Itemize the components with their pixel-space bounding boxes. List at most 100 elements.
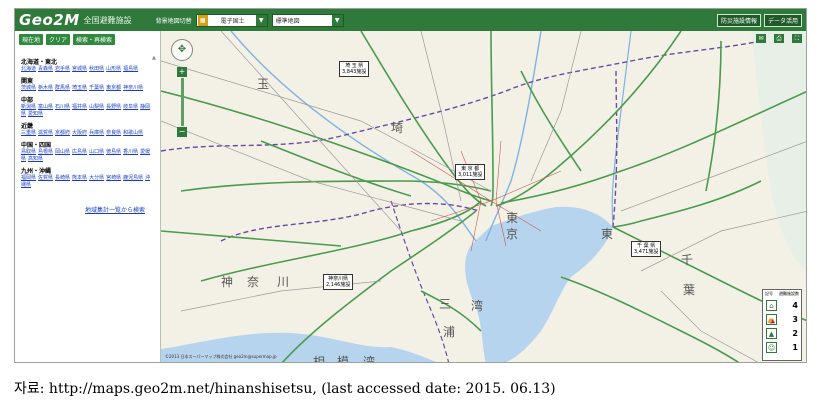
- region-links: 福岡県 佐賀県 長崎県 熊本県 大分県 宮崎県 鹿児島県 沖縄県: [21, 175, 154, 189]
- prefecture-link[interactable]: 佐賀県: [38, 175, 53, 181]
- prefecture-link[interactable]: 愛知県: [28, 111, 43, 117]
- facility-callout[interactable]: 千 葉 県 3,471施設: [631, 241, 662, 257]
- prefecture-link[interactable]: 大分県: [89, 175, 104, 181]
- clear-button[interactable]: クリア: [46, 34, 71, 45]
- prefecture-link[interactable]: 大阪府: [72, 130, 87, 136]
- screenshot-frame: Geo2M 全国避難施設 背景地図切替 ▦ 電子国土 ▼ 標準地図 ▼ 防災施設…: [14, 8, 807, 363]
- region-title: 中国・四国: [21, 142, 52, 149]
- map-canvas[interactable]: 玉 埼 東 京 東 千 葉 神 奈 川 三 浦 相 模 湾 湾 埼 玉 県 3,…: [161, 31, 806, 362]
- prefecture-link[interactable]: 広島県: [72, 149, 87, 155]
- legend-value: 3: [792, 314, 798, 324]
- prefecture-link[interactable]: 富山県: [38, 104, 53, 110]
- prefecture-link[interactable]: 神奈川県: [123, 85, 143, 91]
- legend: 記号 避難施設数 ⌂ 4 ⛺ 3 ▲ 2 ☺ 1: [762, 289, 802, 361]
- prefecture-link[interactable]: 福島県: [123, 66, 138, 72]
- prefecture-link[interactable]: 岩手県: [55, 66, 70, 72]
- prefecture-link[interactable]: 福岡県: [21, 175, 36, 181]
- prefecture-link[interactable]: 熊本県: [72, 175, 87, 181]
- prefecture-link[interactable]: 茨城県: [21, 85, 36, 91]
- prefecture-link[interactable]: 長崎県: [55, 175, 70, 181]
- east-area: [751, 31, 806, 270]
- facility-info-button[interactable]: 防災施設情報: [716, 13, 761, 27]
- map-label: 京: [506, 227, 519, 241]
- map-label: 葉: [683, 283, 696, 297]
- zoom-out-button[interactable]: −: [177, 127, 187, 137]
- map-label: 神: [221, 275, 234, 289]
- prefecture-link[interactable]: 山梨県: [89, 104, 104, 110]
- ground-icon: ▲: [766, 327, 777, 339]
- zoom-bar: + −: [177, 67, 187, 139]
- callout-count: 3,011施設: [458, 172, 483, 178]
- prefecture-link[interactable]: 山口県: [89, 149, 104, 155]
- facility-callout[interactable]: 埼 玉 県 3,843施設: [339, 61, 370, 77]
- prefecture-link[interactable]: 栃木県: [38, 85, 53, 91]
- layer-select[interactable]: 標準地図 ▼: [271, 13, 344, 27]
- region-list: 北海道・東北 北海道 青森県 岩手県 宮城県 秋田県 山形県 福島県 関東 茨城県 栃木県 群馬県 埼玉…: [15, 48, 160, 189]
- regional-stats-link[interactable]: 地域集計一覧から検索: [85, 205, 145, 214]
- region-links: 三重県 滋賀県 京都府 大阪府 兵庫県 奈良県 和歌山県: [21, 130, 154, 137]
- facility-callout[interactable]: 神奈川県 2,146施設: [323, 274, 354, 290]
- data-use-button[interactable]: データ活用: [763, 13, 802, 27]
- current-location-button[interactable]: 現在地: [19, 34, 44, 45]
- search-button[interactable]: 検索・再検索: [73, 34, 116, 45]
- sidebar-scrollbar[interactable]: ▲: [152, 55, 158, 355]
- prefecture-link[interactable]: 山形県: [106, 66, 121, 72]
- logo[interactable]: Geo2M 全国避難施設: [15, 9, 132, 31]
- region-links: 北海道 青森県 岩手県 宮城県 秋田県 山形県 福島県: [21, 66, 154, 73]
- prefecture-link[interactable]: 鹿児島県: [123, 175, 143, 181]
- fullscreen-icon[interactable]: ⛶: [792, 34, 802, 43]
- river: [611, 31, 632, 228]
- prefecture-border: [161, 40, 762, 152]
- prefecture-link[interactable]: 群馬県: [55, 85, 70, 91]
- legend-row: ▲ 2: [763, 326, 801, 340]
- zoom-slider[interactable]: [180, 78, 184, 126]
- prefecture-link[interactable]: 奈良県: [106, 130, 121, 136]
- map-label: 三: [439, 297, 452, 311]
- prefecture-link[interactable]: 徳島県: [106, 149, 121, 155]
- prefecture-link[interactable]: 鳥取県: [21, 149, 36, 155]
- prefecture-link[interactable]: 岐阜県: [123, 104, 138, 110]
- facility-callout[interactable]: 東 京 都 3,011施設: [455, 164, 486, 180]
- prefecture-link[interactable]: 三重県: [21, 130, 36, 136]
- mail-icon[interactable]: ✉: [756, 34, 766, 43]
- map-copyright: ©2013 日本スーパーマップ株式会社 geo2m@supermap.jp: [165, 354, 277, 359]
- prefecture-link[interactable]: 兵庫県: [89, 130, 104, 136]
- map-label: 湾: [471, 299, 484, 313]
- region-title: 関東: [21, 78, 34, 85]
- prefecture-link[interactable]: 青森県: [38, 66, 53, 72]
- legend-head-count: 避難施設数: [779, 291, 799, 296]
- pan-control[interactable]: ✥: [171, 39, 193, 61]
- region-title: 北海道・東北: [21, 59, 58, 66]
- prefecture-link[interactable]: 滋賀県: [38, 130, 53, 136]
- zoom-control: ✥ + −: [171, 39, 193, 137]
- prefecture-link[interactable]: 新潟県: [21, 104, 36, 110]
- prefecture-link[interactable]: 高知県: [28, 156, 43, 162]
- print-icon[interactable]: ⎙: [774, 34, 784, 43]
- prefecture-link[interactable]: 京都府: [55, 130, 70, 136]
- legend-value: 4: [792, 300, 798, 310]
- prefecture-link[interactable]: 島根県: [38, 149, 53, 155]
- region-title: 中部: [21, 97, 34, 104]
- prefecture-link[interactable]: 秋田県: [89, 66, 104, 72]
- prefecture-link[interactable]: 宮城県: [72, 66, 87, 72]
- logo-text: Geo2M: [19, 11, 80, 29]
- callout-count: 2,146施設: [326, 282, 351, 288]
- prefecture-link[interactable]: 岡山県: [55, 149, 70, 155]
- zoom-in-button[interactable]: +: [177, 67, 187, 77]
- person-icon: ☺: [766, 341, 777, 353]
- prefecture-link[interactable]: 石川県: [55, 104, 70, 110]
- prefecture-link[interactable]: 和歌山県: [123, 130, 143, 136]
- prefecture-link[interactable]: 北海道: [21, 66, 36, 72]
- prefecture-link[interactable]: 東京都: [106, 85, 121, 91]
- map-label: 川: [277, 275, 290, 289]
- basemap-select[interactable]: ▦ 電子国土 ▼: [195, 13, 268, 27]
- prefecture-link[interactable]: 埼玉県: [72, 85, 87, 91]
- map-label: 奈: [247, 275, 260, 289]
- prefecture-link[interactable]: 福井県: [72, 104, 87, 110]
- prefecture-border: [390, 200, 450, 362]
- prefecture-link[interactable]: 千葉県: [89, 85, 104, 91]
- prefecture-link[interactable]: 宮崎県: [106, 175, 121, 181]
- map-label: 埼: [391, 121, 404, 135]
- prefecture-link[interactable]: 長野県: [106, 104, 121, 110]
- prefecture-link[interactable]: 香川県: [123, 149, 138, 155]
